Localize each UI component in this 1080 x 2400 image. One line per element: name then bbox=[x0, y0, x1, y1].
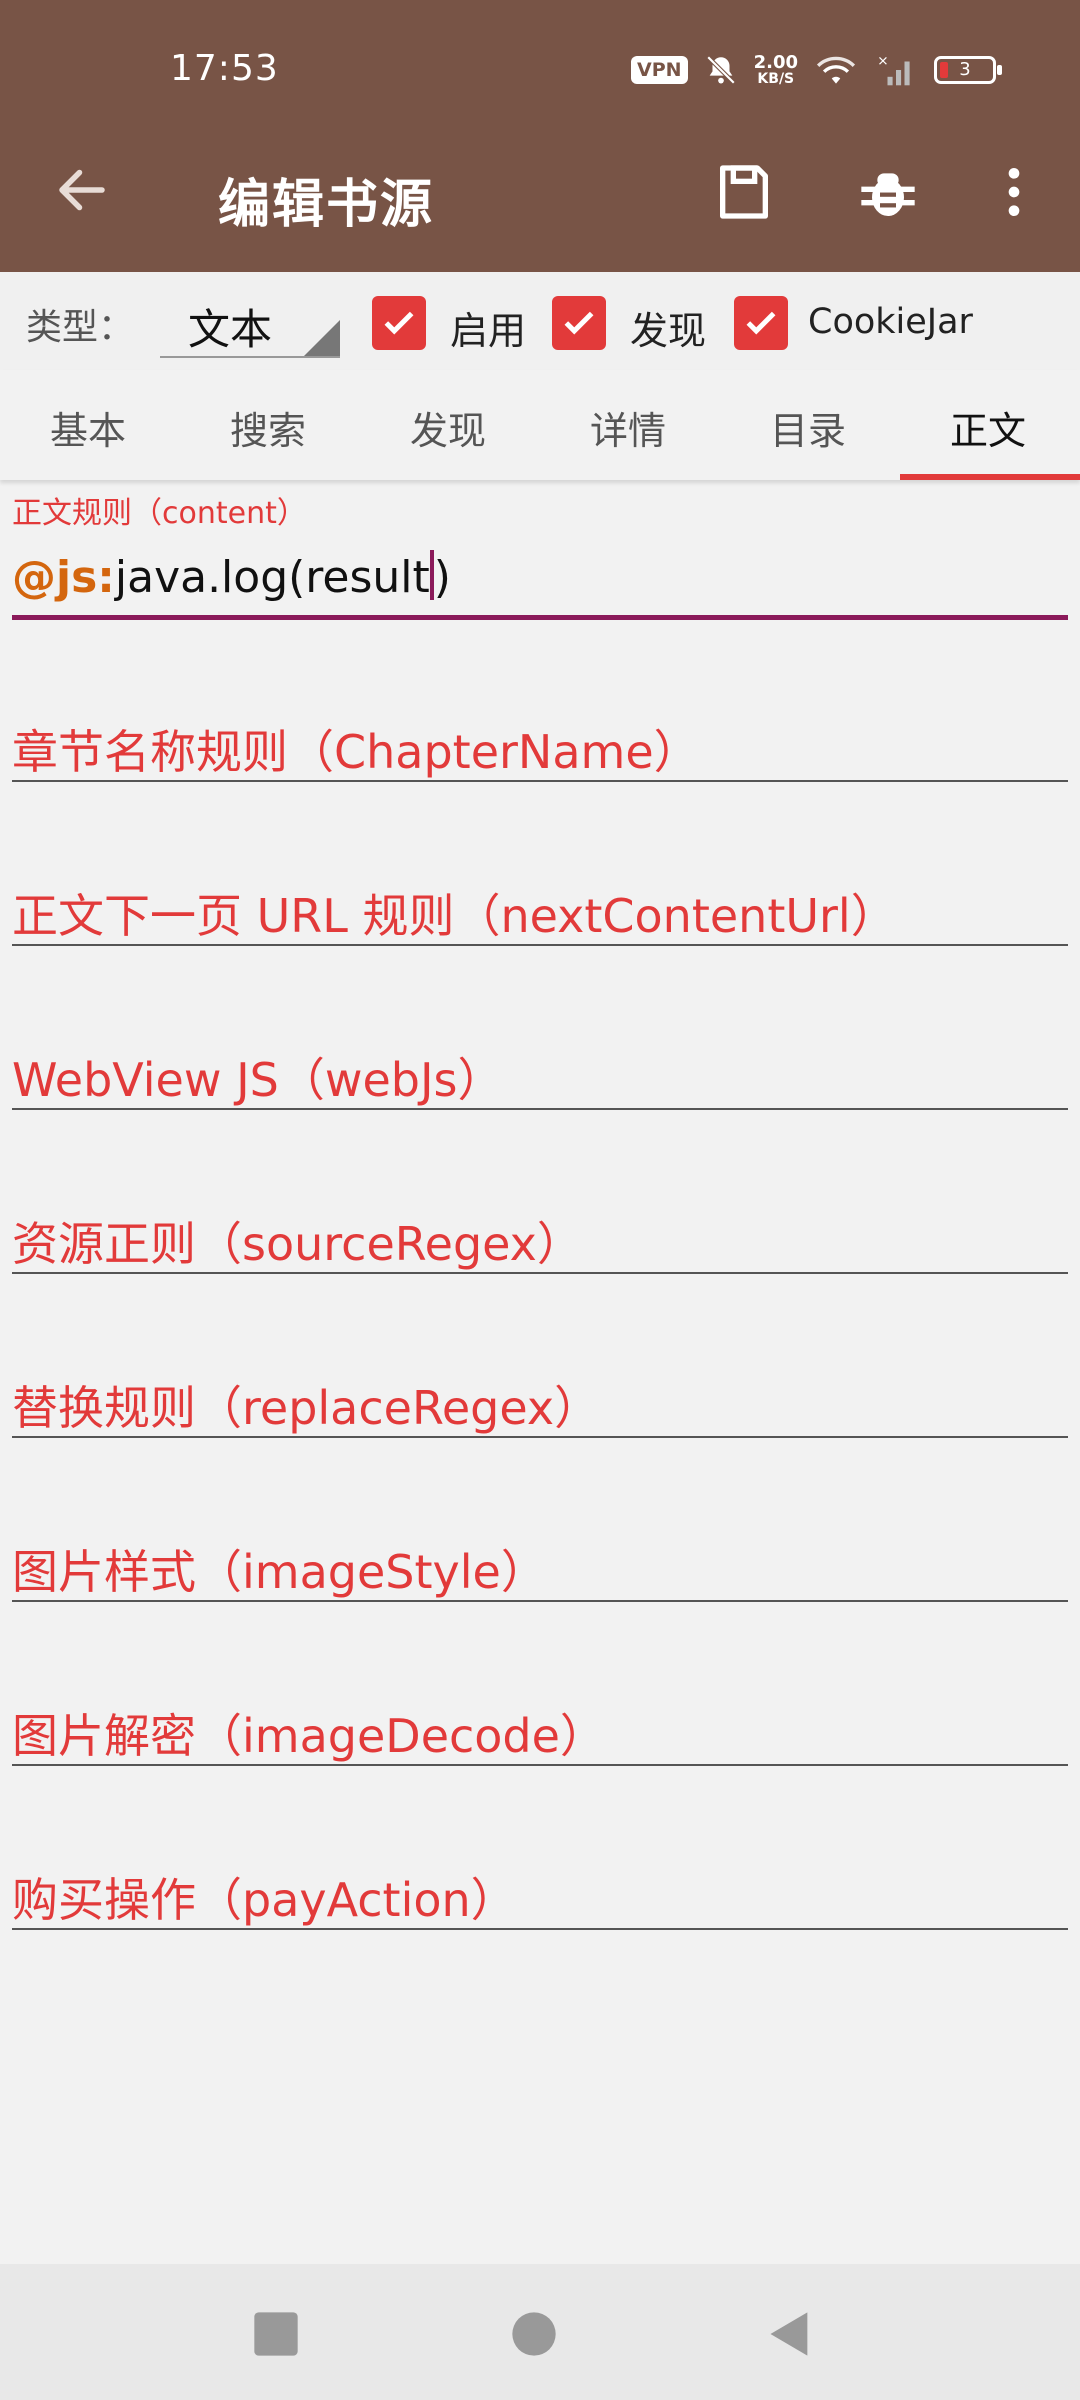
bell-muted-icon bbox=[706, 55, 735, 85]
page-title: 编辑书源 bbox=[218, 175, 435, 235]
type-value: 文本 bbox=[188, 305, 273, 354]
discover-checkbox[interactable] bbox=[552, 296, 606, 350]
more-vert-icon[interactable] bbox=[982, 160, 1046, 224]
app-bar: 17:53 VPN 2.00 KB/S × 3 编辑书源 bbox=[0, 0, 1080, 272]
field-underline bbox=[12, 1436, 1068, 1438]
pay-action-field[interactable]: 购买操作（payAction） bbox=[12, 1864, 517, 1930]
system-nav-bar bbox=[0, 2264, 1080, 2400]
tab-discover[interactable]: 发现 bbox=[410, 400, 486, 455]
battery-text: 3 bbox=[959, 59, 971, 80]
js-prefix: @js: bbox=[12, 552, 115, 603]
image-style-field[interactable]: 图片样式（imageStyle） bbox=[12, 1536, 547, 1602]
recent-apps-icon[interactable] bbox=[250, 2308, 302, 2360]
vpn-badge: VPN bbox=[631, 56, 688, 84]
tab-basic[interactable]: 基本 bbox=[50, 400, 126, 455]
check-icon bbox=[564, 311, 594, 335]
field-underline bbox=[12, 1600, 1068, 1602]
tab-content[interactable]: 正文 bbox=[950, 400, 1026, 455]
tab-bar: 基本 搜索 发现 详情 目录 正文 bbox=[0, 370, 1080, 480]
home-icon[interactable] bbox=[508, 2308, 560, 2360]
signal-icon: × bbox=[877, 53, 910, 86]
replace-regex-field[interactable]: 替换规则（replaceRegex） bbox=[12, 1372, 600, 1438]
enable-checkbox[interactable] bbox=[372, 296, 426, 350]
speed-value: 2.00 bbox=[753, 52, 798, 73]
status-time: 17:53 bbox=[170, 48, 279, 89]
network-speed: 2.00 KB/S bbox=[753, 52, 798, 87]
type-dropdown[interactable]: 文本 bbox=[160, 286, 340, 358]
content-rule-underline bbox=[12, 615, 1068, 620]
next-content-url-field[interactable]: 正文下一页 URL 规则（nextContentUrl） bbox=[12, 880, 897, 946]
save-icon[interactable] bbox=[712, 160, 776, 224]
text-cursor bbox=[429, 550, 434, 600]
discover-label: 发现 bbox=[630, 309, 707, 353]
content-rule-value: java.log(result bbox=[114, 552, 430, 603]
check-icon bbox=[746, 311, 776, 335]
back-nav-icon[interactable] bbox=[764, 2308, 816, 2360]
cookiejar-label: CookieJar bbox=[808, 302, 973, 342]
battery-icon: 3 bbox=[934, 56, 1002, 84]
source-regex-field[interactable]: 资源正则（sourceRegex） bbox=[12, 1208, 583, 1274]
bug-icon[interactable] bbox=[856, 160, 920, 224]
field-underline bbox=[12, 1108, 1068, 1110]
content-rule-label: 正文规则（content） bbox=[12, 496, 307, 531]
tab-search[interactable]: 搜索 bbox=[230, 400, 306, 455]
field-underline bbox=[12, 1764, 1068, 1766]
arrow-left-icon[interactable] bbox=[52, 160, 112, 220]
check-icon bbox=[384, 311, 414, 335]
content-rule-input[interactable]: @js:java.log(result) bbox=[12, 550, 451, 603]
dropdown-triangle-icon bbox=[304, 320, 340, 356]
enable-label: 启用 bbox=[450, 309, 527, 353]
image-decode-field[interactable]: 图片解密（imageDecode） bbox=[12, 1700, 606, 1766]
wifi-icon bbox=[816, 56, 856, 84]
status-icons: VPN 2.00 KB/S × 3 bbox=[631, 50, 1002, 90]
battery-level bbox=[940, 62, 948, 78]
field-underline bbox=[12, 780, 1068, 782]
web-js-field[interactable]: WebView JS（webJs） bbox=[12, 1044, 504, 1110]
tab-toc[interactable]: 目录 bbox=[770, 400, 846, 455]
tab-indicator bbox=[900, 474, 1080, 480]
speed-unit: KB/S bbox=[757, 71, 795, 87]
field-underline bbox=[12, 1928, 1068, 1930]
cookiejar-checkbox[interactable] bbox=[734, 296, 788, 350]
tab-detail[interactable]: 详情 bbox=[590, 400, 666, 455]
svg-text:×: × bbox=[877, 53, 888, 69]
type-label: 类型： bbox=[26, 307, 135, 348]
field-underline bbox=[12, 944, 1068, 946]
chapter-name-field[interactable]: 章节名称规则（ChapterName） bbox=[12, 716, 700, 782]
field-underline bbox=[12, 1272, 1068, 1274]
